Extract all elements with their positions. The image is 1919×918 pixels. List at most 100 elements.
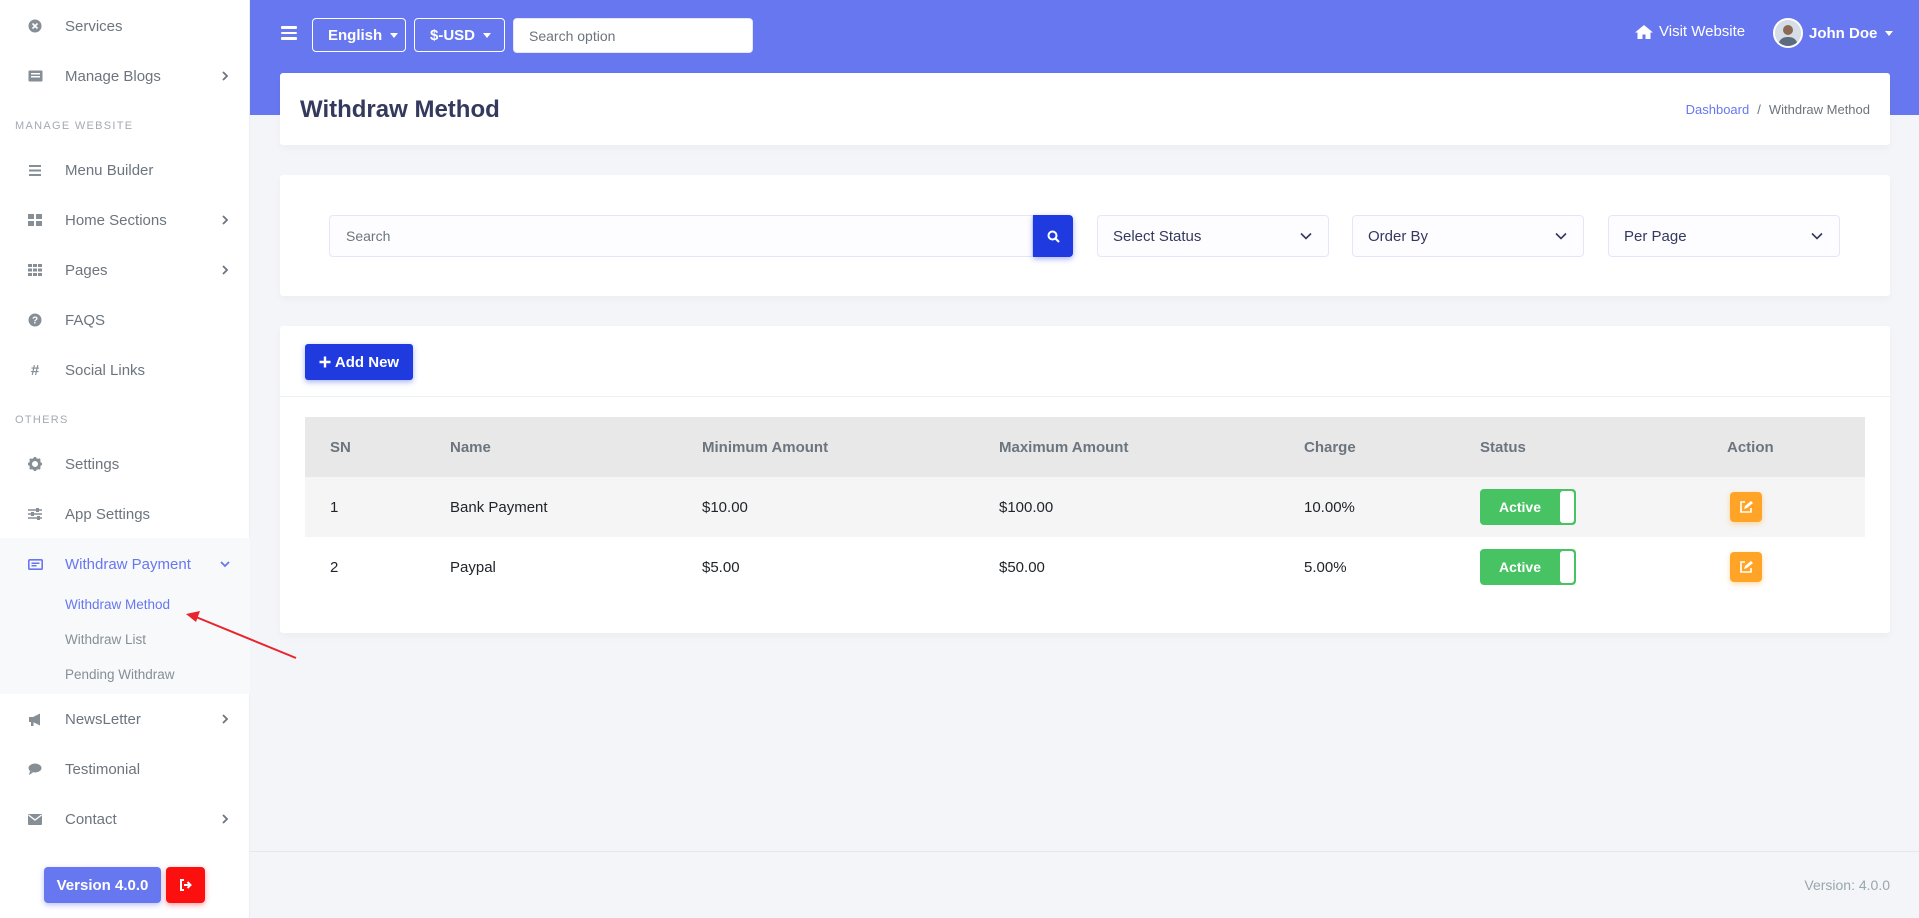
chevron-down-icon xyxy=(1555,232,1567,240)
th-large-icon xyxy=(27,212,43,228)
sidebar-item-newsletter[interactable]: NewsLetter xyxy=(0,699,250,739)
order-by-select[interactable]: Order By xyxy=(1352,215,1584,257)
status-select[interactable]: Select Status xyxy=(1097,215,1329,257)
divider xyxy=(280,396,1890,397)
visit-website-link[interactable]: Visit Website xyxy=(1634,23,1745,40)
page-header-card xyxy=(280,73,1890,145)
visit-website-label: Visit Website xyxy=(1659,23,1746,40)
sidebar-item-withdraw-payment[interactable]: Withdraw Payment xyxy=(0,544,250,584)
sidebar-item-settings[interactable]: Settings xyxy=(0,444,250,484)
sidebar-subitem-withdraw-method[interactable]: Withdraw Method xyxy=(65,597,170,612)
chevron-right-icon xyxy=(222,714,229,724)
sliders-icon xyxy=(27,506,43,522)
cell-maximum-amount: $100.00 xyxy=(999,498,1054,516)
logout-button[interactable] xyxy=(166,867,205,903)
breadcrumb-current: Withdraw Method xyxy=(1768,102,1870,117)
column-header-name: Name xyxy=(450,438,491,456)
cell-charge: 5.00% xyxy=(1304,558,1347,576)
sign-out-icon xyxy=(179,879,192,891)
chevron-right-icon xyxy=(222,814,229,824)
table-header-row: SN Name Minimum Amount Maximum Amount Ch… xyxy=(305,417,1865,477)
per-page-select[interactable]: Per Page xyxy=(1608,215,1840,257)
sidebar-item-manage-blogs[interactable]: Manage Blogs xyxy=(0,56,250,96)
user-dropdown[interactable]: John Doe xyxy=(1773,18,1894,48)
cell-maximum-amount: $50.00 xyxy=(999,558,1045,576)
edit-button[interactable] xyxy=(1730,492,1762,522)
edit-icon xyxy=(1740,501,1753,513)
sidebar-subitem-pending-withdraw[interactable]: Pending Withdraw xyxy=(65,667,175,682)
sidebar-item-pages[interactable]: Pages xyxy=(0,250,250,290)
sidebar-item-faqs[interactable]: ? FAQS xyxy=(0,300,250,340)
th-icon xyxy=(27,262,43,278)
sidebar-item-services[interactable]: Services xyxy=(0,6,250,46)
sidebar-item-label: Social Links xyxy=(65,361,146,379)
comment-icon xyxy=(27,761,43,777)
sidebar-item-label: Withdraw Payment xyxy=(65,555,191,573)
avatar xyxy=(1773,18,1803,48)
times-circle-icon xyxy=(27,18,43,34)
chevron-down-icon xyxy=(1300,232,1312,240)
page-title: Withdraw Method xyxy=(300,96,500,123)
table-row: 2 Paypal $5.00 $50.00 5.00% Active xyxy=(305,537,1865,597)
sidebar-item-social-links[interactable]: # Social Links xyxy=(0,350,250,390)
footer-version: Version: 4.0.0 xyxy=(1804,877,1890,893)
hashtag-icon: # xyxy=(30,361,40,379)
version-button[interactable]: Version 4.0.0 xyxy=(44,867,161,903)
sidebar-item-label: Manage Blogs xyxy=(65,67,161,85)
sidebar-item-label: App Settings xyxy=(65,505,151,523)
cell-name: Paypal xyxy=(450,558,496,576)
sidebar-item-menu-builder[interactable]: Menu Builder xyxy=(0,150,250,190)
sidebar-item-label: Services xyxy=(65,17,123,35)
cell-sn: 1 xyxy=(330,498,339,516)
svg-text:?: ? xyxy=(32,316,38,327)
sidebar-subitem-withdraw-list[interactable]: Withdraw List xyxy=(65,632,146,647)
currency-label: $-USD xyxy=(430,26,476,44)
bullhorn-icon xyxy=(27,711,43,727)
sidebar-item-testimonial[interactable]: Testimonial xyxy=(0,749,250,789)
column-header-sn: SN xyxy=(330,438,351,456)
sidebar-item-label: Settings xyxy=(65,455,120,473)
toggle-knob xyxy=(1560,551,1574,583)
plus-icon xyxy=(319,356,331,368)
hamburger-menu-icon[interactable] xyxy=(281,26,297,40)
column-header-action: Action xyxy=(1727,438,1774,456)
edit-icon xyxy=(1740,561,1753,573)
search-button[interactable] xyxy=(1033,215,1073,257)
status-toggle-label: Active xyxy=(1498,499,1542,515)
caret-down-icon xyxy=(390,32,399,38)
language-label: English xyxy=(328,26,383,44)
caret-down-icon xyxy=(1885,30,1894,36)
status-toggle[interactable]: Active xyxy=(1480,489,1576,525)
currency-dropdown[interactable]: $-USD xyxy=(414,18,505,52)
table-row: 1 Bank Payment $10.00 $100.00 10.00% Act… xyxy=(305,477,1865,537)
cell-charge: 10.00% xyxy=(1304,498,1355,516)
breadcrumb-dashboard-link[interactable]: Dashboard xyxy=(1686,102,1750,117)
newspaper-icon xyxy=(27,68,43,84)
breadcrumb: Dashboard / Withdraw Method xyxy=(1686,102,1870,117)
sidebar-item-contact[interactable]: Contact xyxy=(0,799,250,839)
money-bill-icon xyxy=(27,556,43,572)
status-toggle[interactable]: Active xyxy=(1480,549,1576,585)
cell-name: Bank Payment xyxy=(450,498,548,516)
chevron-right-icon xyxy=(222,71,229,81)
table-search-input[interactable] xyxy=(329,215,1033,257)
sidebar-item-label: Pages xyxy=(65,261,108,279)
cell-minimum-amount: $5.00 xyxy=(702,558,740,576)
question-circle-icon: ? xyxy=(27,312,43,328)
language-dropdown[interactable]: English xyxy=(312,18,406,52)
sidebar-item-app-settings[interactable]: App Settings xyxy=(0,494,250,534)
topbar-search-input[interactable] xyxy=(513,18,753,53)
column-header-minimum-amount: Minimum Amount xyxy=(702,438,829,456)
footer: Version: 4.0.0 xyxy=(250,851,1919,918)
column-header-maximum-amount: Maximum Amount xyxy=(999,438,1129,456)
add-new-label: Add New xyxy=(334,353,400,371)
envelope-icon xyxy=(27,811,43,827)
bars-icon xyxy=(27,162,43,178)
user-name: John Doe xyxy=(1809,24,1878,42)
status-select-value: Select Status xyxy=(1113,227,1202,245)
add-new-button[interactable]: Add New xyxy=(305,344,413,380)
sidebar-item-home-sections[interactable]: Home Sections xyxy=(0,200,250,240)
edit-button[interactable] xyxy=(1730,552,1762,582)
sidebar: Services Manage Blogs MANAGE WEBSITE Men… xyxy=(0,0,250,918)
sidebar-section-others: OTHERS xyxy=(15,414,69,426)
